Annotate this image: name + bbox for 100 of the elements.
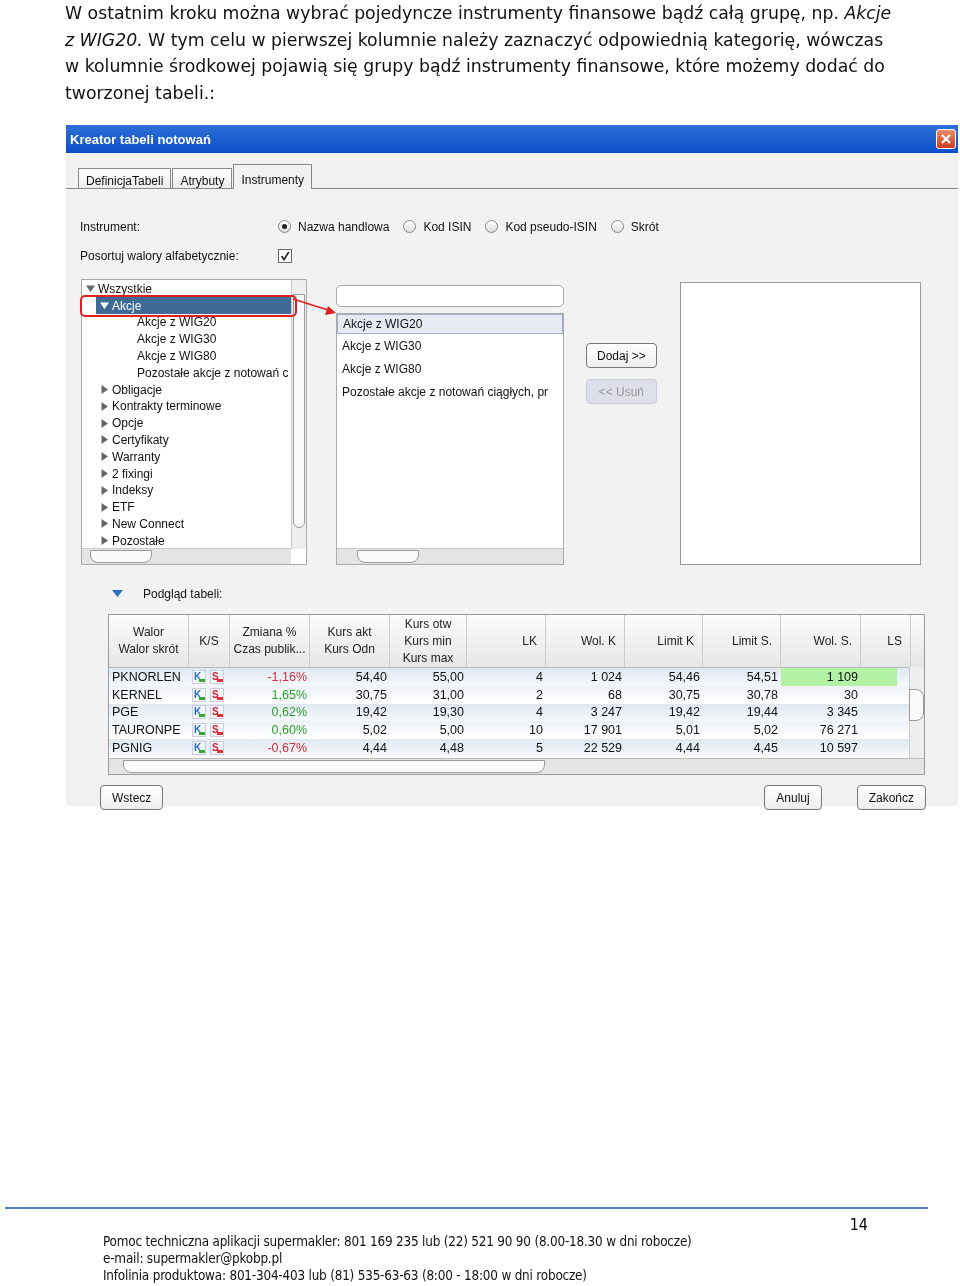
table-cell-text: 54,51 <box>745 669 779 686</box>
footer-button[interactable]: Wstecz <box>100 785 164 811</box>
sell-icon[interactable]: S <box>210 687 224 702</box>
tree-item[interactable]: Indeksy <box>96 481 291 499</box>
table-cell-text: 30,75 <box>667 686 701 704</box>
sort-label: Posortuj walory alfabetycznie: <box>80 248 240 263</box>
collapsed-arrow-icon[interactable] <box>100 452 109 462</box>
collapsed-arrow-icon[interactable] <box>100 519 109 529</box>
table-cell-text: 30,78 <box>745 686 779 704</box>
tree-item[interactable]: Akcje z WIG80 <box>130 347 291 365</box>
list-item[interactable]: Akcje z WIG20 <box>337 314 563 335</box>
sell-icon[interactable]: S <box>210 740 224 755</box>
sell-icon[interactable]: S <box>210 722 224 737</box>
horizontal-scrollbar[interactable] <box>109 758 924 775</box>
table-cell-text: 1 024 <box>589 669 623 686</box>
column-header[interactable]: Limit S. <box>703 615 781 668</box>
tab[interactable]: DefinicjaTabeli <box>78 168 172 189</box>
table-cell-text: 19,42 <box>354 704 388 722</box>
vertical-scrollbar[interactable] <box>909 667 924 760</box>
sell-icon[interactable]: S <box>210 670 224 685</box>
close-button[interactable] <box>936 129 956 150</box>
tab[interactable]: Instrumenty <box>233 164 313 190</box>
tree-item[interactable]: Pozostałe <box>96 532 291 550</box>
tree-item[interactable]: 2 fixingi <box>96 465 291 482</box>
tree-item[interactable]: Akcje z WIG30 <box>130 330 291 348</box>
table-cell-text: KERNEL <box>111 686 164 704</box>
tab[interactable]: Atrybuty <box>172 168 233 189</box>
pointer-arrow <box>292 297 338 318</box>
column-header[interactable]: Wol. S. <box>781 615 861 668</box>
sell-icon[interactable]: S <box>210 705 224 720</box>
table-cell-text: 19,30 <box>431 704 465 722</box>
footer-button[interactable]: Zakończ <box>856 785 926 811</box>
column-header[interactable]: Kurs akt Kurs Odn <box>310 615 390 668</box>
list-item[interactable]: Akcje z WIG30 <box>337 334 563 358</box>
radio-button[interactable] <box>610 220 624 234</box>
radio-label: Skrót <box>630 219 659 234</box>
tree-item[interactable]: Wszystkie <box>82 280 291 298</box>
tree-item[interactable]: Akcje <box>96 297 291 314</box>
footer-button[interactable]: Anuluj <box>764 785 822 811</box>
table-cell-text: PGE <box>111 704 140 722</box>
table-cell-text: 4,48 <box>438 739 465 757</box>
table-cell-text: 55,00 <box>431 669 465 686</box>
table-cell-text: PGNIG <box>111 739 154 757</box>
collapsed-arrow-icon[interactable] <box>100 485 109 495</box>
table-cell-text: 4,45 <box>752 739 779 757</box>
page-number: 14 <box>849 1215 868 1234</box>
column-header[interactable]: LK <box>467 615 546 668</box>
collapsed-arrow-icon[interactable] <box>100 418 109 428</box>
horizontal-scrollbar[interactable] <box>337 548 563 565</box>
radio-label: Kod ISIN <box>423 219 472 234</box>
column-header[interactable]: Kurs otw Kurs min Kurs max <box>390 615 467 668</box>
collapsed-arrow-icon[interactable] <box>100 435 109 445</box>
collapsed-arrow-icon[interactable] <box>100 401 109 411</box>
table-cell-text: 30,75 <box>354 686 388 704</box>
tree-item[interactable]: Obligacje <box>96 381 291 398</box>
column-header[interactable]: Zmiana % Czas publik... <box>230 615 310 668</box>
tree-item[interactable]: Kontrakty terminowe <box>96 397 291 415</box>
radio-button[interactable] <box>278 220 291 234</box>
search-field[interactable] <box>336 285 564 308</box>
table-cell-text: 3 247 <box>589 704 623 722</box>
tree-item[interactable]: Opcje <box>96 414 291 432</box>
add-button[interactable]: Dodaj >> <box>586 343 657 369</box>
sort-checkbox[interactable] <box>278 248 292 263</box>
tree-item[interactable]: ETF <box>96 498 291 516</box>
table-cell-text: 19,42 <box>667 704 701 722</box>
table-cell-text: 54,40 <box>354 669 388 686</box>
table-cell-text: 10 <box>528 721 544 739</box>
tree-item[interactable]: New Connect <box>96 515 291 533</box>
expanded-arrow-icon[interactable] <box>86 284 95 294</box>
radio-button[interactable] <box>485 220 499 234</box>
column-header[interactable]: Wol. K <box>546 615 625 668</box>
tree-item[interactable]: Certyfikaty <box>96 431 291 449</box>
column-header[interactable]: LS <box>861 615 911 668</box>
collapsed-arrow-icon[interactable] <box>100 385 109 395</box>
table-cell-text: 5 <box>535 739 544 757</box>
expanded-arrow-icon[interactable] <box>112 590 123 599</box>
column-header[interactable]: K/S <box>189 615 230 668</box>
tree-item[interactable]: Akcje z WIG20 <box>130 313 291 331</box>
vertical-scrollbar[interactable] <box>291 280 306 550</box>
table-cell-text: 4,44 <box>674 739 701 757</box>
table-cell-text: TAURONPE <box>111 721 182 739</box>
collapsed-arrow-icon[interactable] <box>100 536 109 546</box>
collapsed-arrow-icon[interactable] <box>100 502 109 512</box>
table-cell-text: 4 <box>535 704 544 722</box>
list-item[interactable]: Akcje z WIG80 <box>337 357 563 381</box>
tree-item[interactable]: Pozostałe akcje z notowań c <box>130 364 291 382</box>
collapsed-arrow-icon[interactable] <box>100 469 109 479</box>
list-item[interactable]: Pozostałe akcje z notowań ciągłych, pr <box>337 380 563 404</box>
table-cell-text: PKNORLEN <box>111 669 182 686</box>
expanded-arrow-icon[interactable] <box>100 301 109 311</box>
column-header[interactable]: Limit K <box>625 615 703 668</box>
footer-text: Infolinia produktowa: 801-304-403 lub (81) 535-63-63 (8:00 - 18:00 w dni robocze) <box>103 1267 588 1284</box>
radio-button[interactable] <box>403 220 417 234</box>
table-cell-text: 0,60% <box>270 721 308 739</box>
table-cell-text: 2 <box>535 686 544 704</box>
column-header[interactable]: Walor Walor skrót <box>109 615 189 668</box>
footer-text: e-mail: supermakler@pkobp.pl <box>103 1250 284 1267</box>
table-cell-text: 76 271 <box>818 721 859 739</box>
tree-item[interactable]: Warranty <box>96 448 291 466</box>
horizontal-scrollbar[interactable] <box>82 548 291 565</box>
